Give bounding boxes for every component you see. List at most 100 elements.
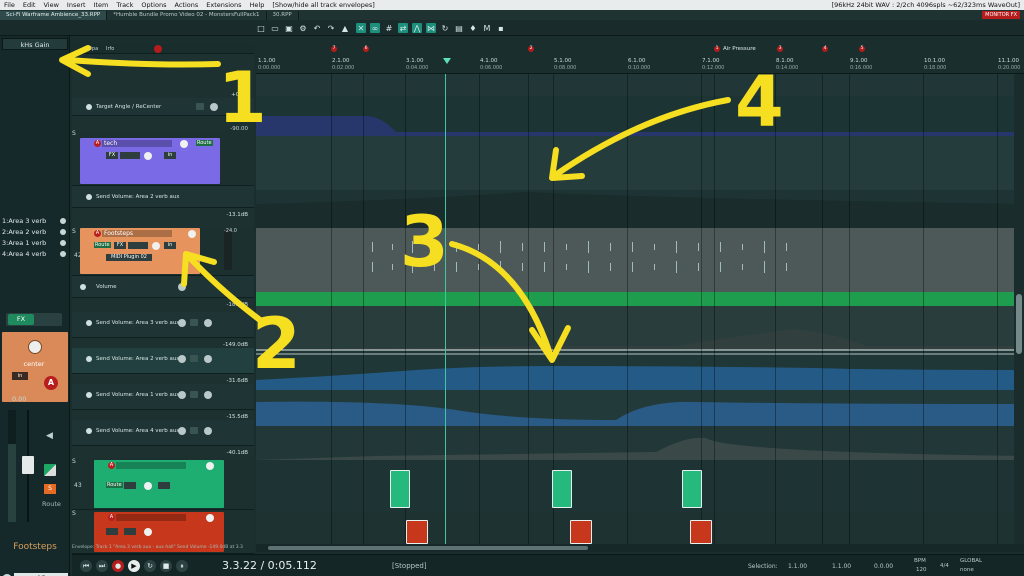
envelope-arm-button[interactable] bbox=[190, 427, 198, 434]
send-knob-icon[interactable] bbox=[60, 229, 66, 235]
marker-icon[interactable]: ♦ bbox=[468, 23, 478, 33]
ripple-icon[interactable]: ∞ bbox=[370, 23, 380, 33]
envelope-knob-icon[interactable] bbox=[210, 103, 218, 111]
envelope-bypass-icon[interactable] bbox=[86, 356, 92, 362]
vertical-scrollbar[interactable] bbox=[1014, 74, 1024, 544]
envelope-lane-send-area2-footsteps[interactable]: Send Volume: Area 2 verb aux -31.6dB bbox=[72, 348, 254, 384]
send-knob-icon[interactable] bbox=[60, 218, 66, 224]
automation-badge[interactable]: A bbox=[94, 140, 101, 147]
arrange-view[interactable] bbox=[256, 74, 1024, 544]
go-to-start-icon[interactable]: ⏮ bbox=[80, 560, 92, 572]
solo-button[interactable]: S bbox=[72, 130, 76, 137]
pan-knob-icon[interactable] bbox=[144, 528, 152, 536]
envelope-arm-button[interactable] bbox=[190, 355, 198, 362]
crossfade-icon[interactable]: ⋈ bbox=[426, 23, 436, 33]
fx-send-item[interactable]: 2:Area 2 verb bbox=[2, 227, 68, 238]
timeline-ruler[interactable]: 7 6 2 1 Air Pressure 3 4 5 1.1.00 0:00.0… bbox=[256, 44, 1024, 74]
snap-icon[interactable]: ✕ bbox=[356, 23, 366, 33]
tab-project-3[interactable]: 30.RPP bbox=[267, 10, 299, 20]
selection-length[interactable]: 0.0.00 bbox=[874, 563, 893, 570]
fx-button[interactable]: FX bbox=[114, 242, 126, 249]
selection-end[interactable]: 1.1.00 bbox=[832, 563, 851, 570]
stop-button[interactable]: ■ bbox=[160, 560, 172, 572]
envelope-knob-icon[interactable] bbox=[204, 355, 212, 363]
envelope-bypass-icon[interactable] bbox=[86, 320, 92, 326]
envelope-lane-send-area3[interactable]: Send Volume: Area 3 verb aux -149.0dB bbox=[72, 312, 254, 348]
envelope-knob-icon[interactable] bbox=[178, 427, 186, 435]
loop-icon[interactable]: ↻ bbox=[144, 560, 156, 572]
envelope-lane-send-area2[interactable]: Send Volume: Area 2 verb aux -13.1dB bbox=[72, 186, 254, 218]
media-item-red[interactable] bbox=[406, 520, 428, 544]
menu-file[interactable]: File bbox=[0, 1, 19, 9]
solo-button[interactable]: S bbox=[72, 458, 76, 465]
input-button[interactable]: in bbox=[164, 152, 176, 159]
undo-icon[interactable]: ↶ bbox=[312, 23, 322, 33]
envelope-bypass-icon[interactable] bbox=[86, 104, 92, 110]
track-name[interactable]: Footsteps bbox=[102, 230, 172, 237]
envelope-knob-icon[interactable] bbox=[178, 319, 186, 327]
automation-mode-button[interactable]: A bbox=[44, 376, 58, 390]
metronome-icon[interactable]: ▲ bbox=[340, 23, 350, 33]
fader-handle[interactable] bbox=[22, 456, 34, 474]
track-name[interactable] bbox=[116, 462, 186, 469]
envelope-points-icon[interactable]: ⋀ bbox=[412, 23, 422, 33]
route-icon[interactable] bbox=[44, 464, 56, 476]
volume-knob-icon[interactable] bbox=[180, 140, 188, 148]
render-icon[interactable]: ▪ bbox=[496, 23, 506, 33]
fx-toggle[interactable]: FX bbox=[6, 313, 62, 326]
envelope-button[interactable] bbox=[120, 152, 140, 159]
envelope-knob-icon[interactable] bbox=[204, 319, 212, 327]
input-button[interactable]: in bbox=[12, 372, 28, 380]
khs-gain-button[interactable]: kHs Gain bbox=[2, 38, 68, 50]
marker-4[interactable]: 4 bbox=[822, 46, 828, 52]
menu-track[interactable]: Track bbox=[112, 1, 137, 9]
pause-button[interactable]: ⏸ bbox=[176, 560, 188, 572]
route-button[interactable]: Route bbox=[94, 242, 111, 248]
menu-view[interactable]: View bbox=[39, 1, 62, 9]
menu-options[interactable]: Options bbox=[137, 1, 170, 9]
horizontal-scrollbar[interactable] bbox=[256, 544, 1024, 552]
vertical-scroll-thumb[interactable] bbox=[1016, 294, 1022, 354]
lock-icon[interactable]: ▤ bbox=[454, 23, 464, 33]
tab-project-2[interactable]: *Humble Bundle Promo Video 02 - Monsters… bbox=[107, 10, 267, 20]
media-item-red[interactable] bbox=[570, 520, 592, 544]
menu-extensions[interactable]: Extensions bbox=[202, 1, 245, 9]
fx-send-item[interactable]: 4:Area 4 verb bbox=[2, 249, 68, 260]
automation-badge[interactable]: A bbox=[94, 230, 101, 237]
track-name[interactable] bbox=[116, 514, 186, 521]
pan-knob-icon[interactable] bbox=[144, 152, 152, 160]
pan-knob-icon[interactable] bbox=[152, 242, 160, 250]
fx-send-item[interactable]: 3:Area 1 verb bbox=[2, 238, 68, 249]
envelope-knob-icon[interactable] bbox=[204, 391, 212, 399]
fx-button[interactable]: FX bbox=[106, 152, 118, 159]
envelope-knob-icon[interactable] bbox=[178, 283, 186, 291]
track-panel-green[interactable]: A Route bbox=[94, 460, 224, 508]
track-row-tech[interactable]: -90.00 A tech Route FX in S bbox=[72, 126, 254, 186]
menu-actions[interactable]: Actions bbox=[170, 1, 202, 9]
solo-button[interactable]: S bbox=[72, 228, 76, 235]
media-item-green[interactable] bbox=[390, 470, 410, 508]
envelope-arm-button[interactable] bbox=[190, 319, 198, 326]
settings-icon[interactable]: ⚙ bbox=[298, 23, 308, 33]
send-knob-icon[interactable] bbox=[60, 251, 66, 257]
selection-start[interactable]: 1.1.00 bbox=[788, 563, 807, 570]
volume-knob-icon[interactable] bbox=[206, 462, 214, 470]
route-button[interactable]: Route bbox=[106, 482, 123, 488]
envelope-button[interactable] bbox=[128, 242, 148, 249]
midi-input-selector[interactable]: MIDI Plugin 02 bbox=[106, 254, 152, 261]
open-project-icon[interactable]: ▭ bbox=[270, 23, 280, 33]
route-button[interactable] bbox=[106, 528, 118, 535]
horizontal-scroll-thumb[interactable] bbox=[268, 546, 588, 550]
envelope-lane-send-area1[interactable]: Send Volume: Area 1 verb aux -15.5dB bbox=[72, 384, 254, 420]
envelope-lane-volume[interactable]: Volume -18.1dB bbox=[72, 276, 254, 308]
menu-edit[interactable]: Edit bbox=[19, 1, 40, 9]
envelope-bypass-icon[interactable] bbox=[86, 194, 92, 200]
marker-7[interactable]: 7 bbox=[331, 46, 337, 52]
volume-knob-icon[interactable] bbox=[188, 230, 196, 238]
solo-button[interactable]: S bbox=[72, 510, 76, 517]
record-button[interactable]: ● bbox=[112, 560, 124, 572]
marker-3[interactable]: 3 bbox=[777, 46, 783, 52]
input-button[interactable] bbox=[158, 482, 170, 489]
marker-6[interactable]: 6 bbox=[363, 46, 369, 52]
envelope-bypass-icon[interactable] bbox=[86, 392, 92, 398]
